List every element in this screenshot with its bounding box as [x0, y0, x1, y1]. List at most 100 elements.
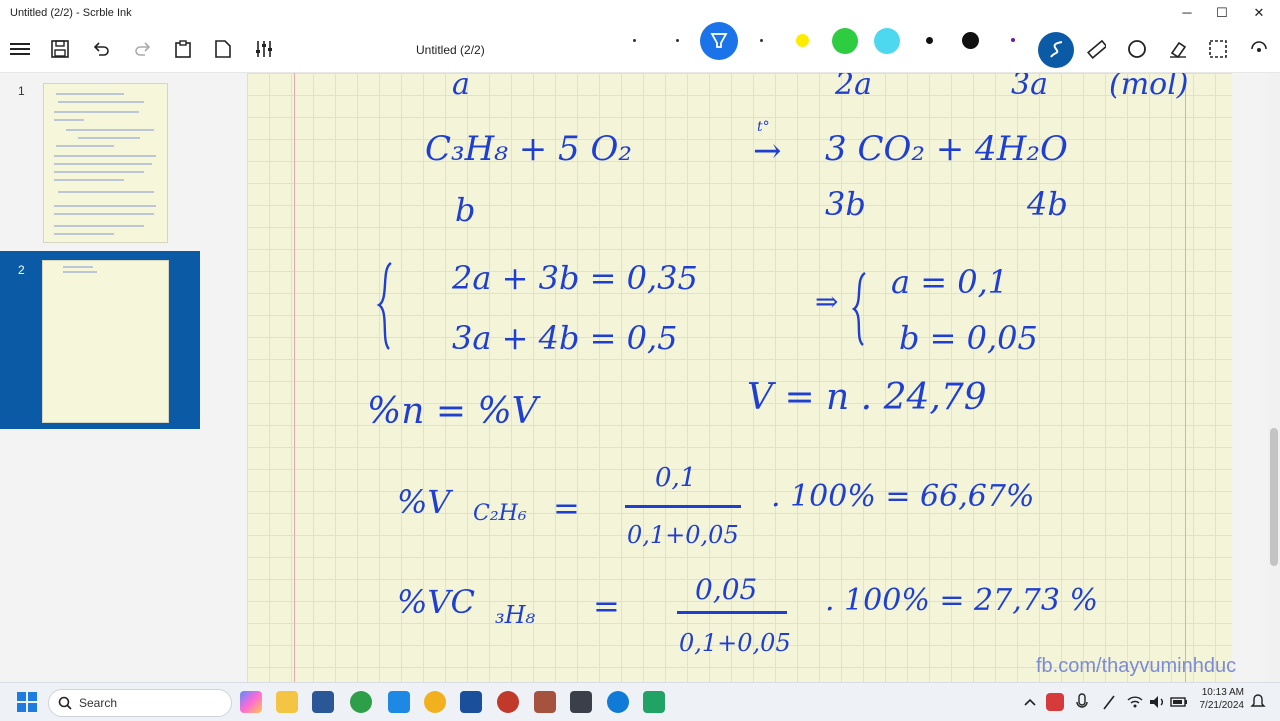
app-icon-green[interactable] — [643, 691, 665, 713]
ink-percent-label[interactable]: %VC — [397, 583, 475, 621]
clock[interactable]: 10:13 AM 7/21/2024 — [1190, 687, 1245, 711]
word-icon[interactable] — [312, 691, 334, 713]
app-icon-brown[interactable] — [534, 691, 556, 713]
tray-app-icon[interactable] — [1046, 693, 1064, 711]
ink-equation-lhs[interactable]: C₃H₈ + 5 O₂ — [425, 129, 632, 169]
document-title: Untitled (2/2) — [416, 43, 485, 57]
ink-subscript[interactable]: ₃H₈ — [495, 601, 535, 629]
undo-icon[interactable] — [89, 37, 113, 61]
ink-system-eq-2[interactable]: 3a + 4b = 0,5 — [452, 319, 677, 357]
minimize-button[interactable]: ─ — [1170, 3, 1204, 23]
page-preview — [42, 260, 169, 423]
notification-icon[interactable] — [1250, 691, 1266, 713]
ink-fraction-bar[interactable] — [625, 505, 741, 508]
chrome-icon[interactable] — [424, 691, 446, 713]
ink-text[interactable]: a — [452, 73, 470, 102]
pen-menu-icon[interactable] — [1100, 691, 1118, 713]
wifi-icon[interactable] — [1126, 691, 1144, 713]
right-margin-line — [1185, 73, 1186, 682]
edge-icon[interactable] — [607, 691, 629, 713]
page-number: 1 — [18, 84, 25, 98]
ink-result[interactable]: . 100% = 66,67% — [771, 479, 1034, 514]
page-number: 2 — [18, 263, 25, 277]
pointer-laser-icon[interactable] — [1247, 37, 1271, 61]
new-page-icon[interactable] — [211, 37, 235, 61]
ink-solution-a[interactable]: a = 0,1 — [891, 263, 1008, 301]
shape-recognition-button[interactable] — [1038, 32, 1074, 68]
selection-icon[interactable] — [1206, 37, 1230, 61]
maximize-button[interactable]: ☐ — [1205, 3, 1239, 23]
ink-system-eq-1[interactable]: 2a + 3b = 0,35 — [452, 259, 698, 297]
ink-brace[interactable] — [375, 259, 397, 355]
ink-percent-label[interactable]: %V — [397, 483, 451, 521]
circle-shape-icon[interactable] — [1125, 37, 1149, 61]
settings-sliders-icon[interactable] — [252, 37, 276, 61]
ink-implies[interactable]: ⇒ — [815, 285, 838, 318]
black-pen-small[interactable] — [926, 37, 933, 44]
close-button[interactable]: ✕ — [1242, 3, 1276, 23]
pen-size-dot[interactable] — [760, 39, 763, 42]
scrble-ink-taskbar-icon[interactable] — [460, 691, 482, 713]
volume-icon[interactable] — [1148, 691, 1166, 713]
ruler-icon[interactable] — [1084, 37, 1108, 61]
ink-text[interactable]: 2a — [835, 73, 872, 102]
search-icon — [58, 696, 72, 710]
pen-size-dot[interactable] — [676, 39, 679, 42]
pen-size-dot[interactable] — [633, 39, 636, 42]
ink-arrow[interactable]: → — [753, 131, 782, 171]
page-thumbnail-2-selected[interactable]: 2 — [0, 251, 200, 429]
watermark: fb.com/thayvuminhduc — [1036, 655, 1237, 677]
yellow-pen[interactable] — [796, 34, 809, 47]
ink-equation-rhs[interactable]: 3 CO₂ + 4H₂O — [825, 129, 1068, 169]
ink-result[interactable]: . 100% = 27,73 % — [825, 583, 1098, 618]
ink-volume-formula[interactable]: V = n . 24,79 — [747, 377, 987, 418]
page-sidebar: 1 2 — [0, 73, 200, 682]
ink-text[interactable]: 3b — [825, 185, 866, 223]
ink-denominator[interactable]: 0,1+0,05 — [679, 629, 791, 657]
ink-text[interactable]: 3a — [1011, 73, 1048, 102]
microphone-icon[interactable] — [1074, 691, 1090, 713]
eraser-icon[interactable] — [1166, 37, 1190, 61]
left-margin-line — [294, 73, 295, 682]
ink-brace[interactable] — [851, 269, 869, 349]
highlighter-pen-selected[interactable] — [700, 22, 738, 60]
document-app-icon[interactable] — [388, 691, 410, 713]
grid-paper[interactable]: a 2a 3a (mol) C₃H₈ + 5 O₂ t° → 3 CO₂ + 4… — [247, 73, 1232, 682]
ink-equals[interactable]: = — [553, 489, 580, 527]
scrollbar-thumb[interactable] — [1270, 428, 1278, 566]
ink-canvas[interactable]: a 2a 3a (mol) C₃H₈ + 5 O₂ t° → 3 CO₂ + 4… — [200, 73, 1268, 682]
ink-denominator[interactable]: 0,1+0,05 — [627, 521, 739, 549]
ink-numerator[interactable]: 0,05 — [695, 573, 757, 606]
ink-subscript[interactable]: C₂H₆ — [473, 501, 527, 526]
menu-icon[interactable] — [8, 37, 32, 61]
cyan-pen[interactable] — [874, 28, 900, 54]
ink-text[interactable]: (mol) — [1109, 73, 1189, 102]
ink-equals[interactable]: = — [593, 587, 620, 625]
window-title: Untitled (2/2) - Scrble Ink — [10, 7, 132, 19]
battery-icon[interactable] — [1170, 691, 1188, 713]
redo-icon[interactable] — [131, 37, 155, 61]
edge-dev-icon[interactable] — [350, 691, 372, 713]
windows-start-icon[interactable] — [16, 691, 38, 713]
app-icon-star[interactable] — [570, 691, 592, 713]
chevron-up-icon[interactable] — [1022, 691, 1038, 713]
purple-pen[interactable] — [1011, 38, 1015, 42]
ink-text[interactable]: 4b — [1027, 185, 1068, 223]
ink-numerator[interactable]: 0,1 — [655, 463, 696, 493]
file-explorer-icon[interactable] — [276, 691, 298, 713]
clock-date: 7/21/2024 — [1199, 700, 1245, 711]
page-thumbnail-1[interactable]: 1 — [0, 73, 200, 249]
save-icon[interactable] — [48, 37, 72, 61]
copilot-icon[interactable] — [240, 691, 262, 713]
taskbar-search[interactable]: Search — [48, 689, 232, 717]
black-pen-large[interactable] — [962, 32, 979, 49]
ink-percent-relation[interactable]: %n = %V — [367, 391, 538, 432]
ink-text[interactable]: b — [455, 191, 475, 229]
ink-solution-b[interactable]: b = 0,05 — [899, 319, 1038, 357]
ink-fraction-bar[interactable] — [677, 611, 787, 614]
vertical-scrollbar[interactable] — [1268, 73, 1280, 682]
taskbar: Search 10:13 AM 7/21/2024 — [0, 682, 1280, 721]
green-pen[interactable] — [832, 28, 858, 54]
app-icon-red[interactable] — [497, 691, 519, 713]
paste-icon[interactable] — [171, 37, 195, 61]
